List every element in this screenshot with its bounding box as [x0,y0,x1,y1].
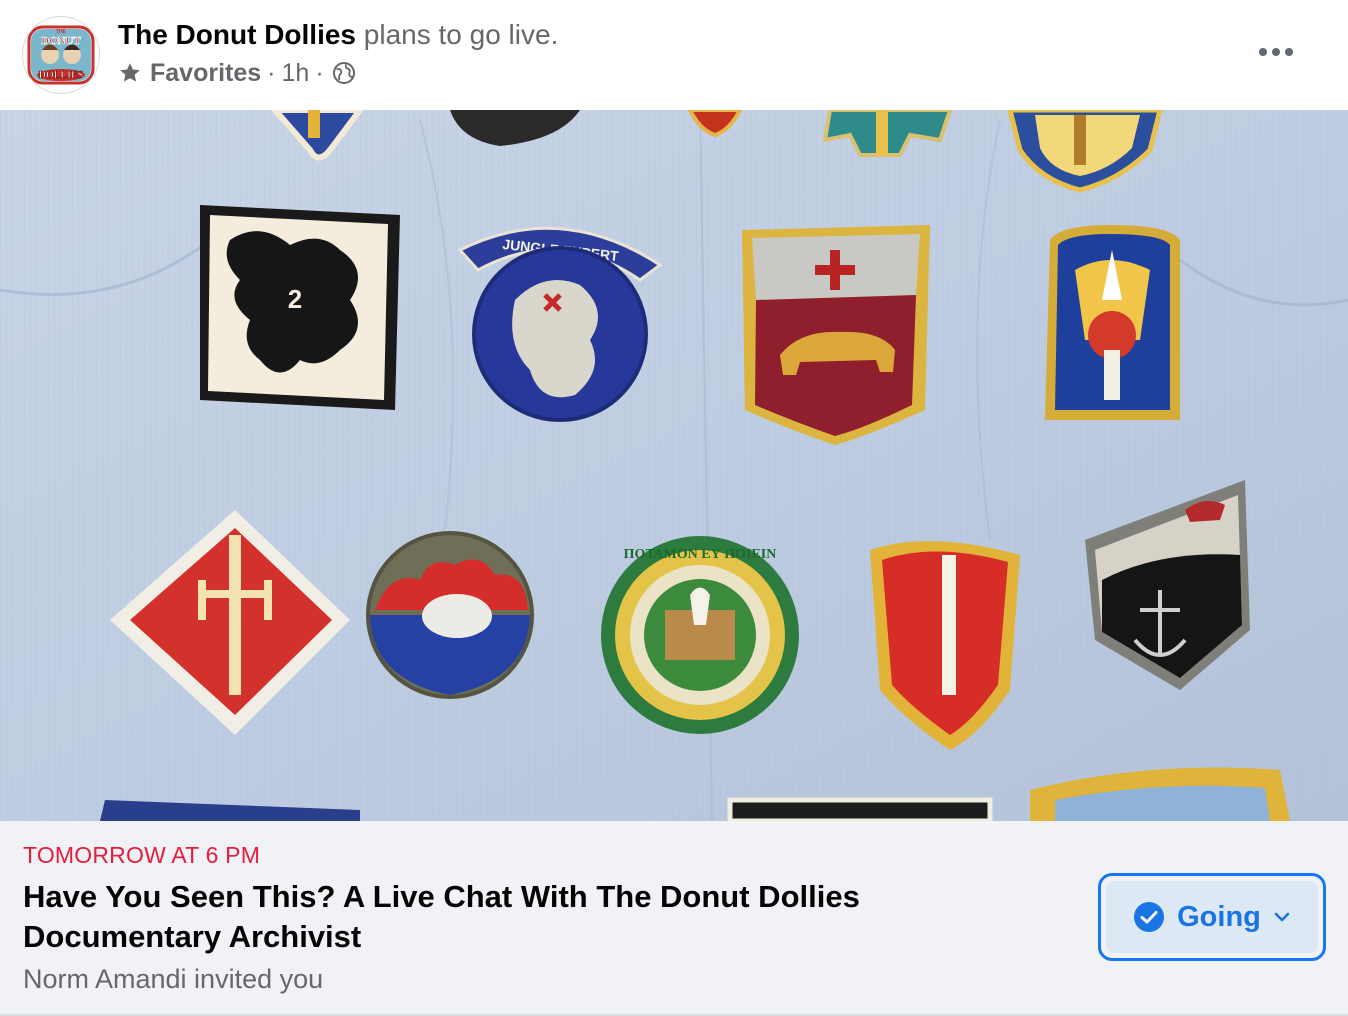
event-datetime: TOMORROW AT 6 PM [23,842,261,868]
going-label: Going [1177,900,1261,933]
post-header: THE DONUT DOLLIES The Donut Dollies plan… [0,0,1348,110]
logo-text-middle: DONUT [41,35,81,47]
octofoil-patch [366,531,534,699]
more-options-icon [1259,48,1293,56]
page-avatar[interactable]: THE DONUT DOLLIES [22,16,100,94]
event-card[interactable]: TOMORROW AT 6 PM Have You Seen This? A L… [0,821,1348,1014]
rocket-patch [1045,225,1180,420]
chevron-down-icon [1274,912,1290,922]
lion-patch: 2 [200,205,400,410]
logo-text-bottom: DOLLIES [39,70,84,81]
more-options-button[interactable] [1252,30,1300,74]
post-timestamp[interactable]: 1h [282,58,310,88]
post-header-text: The Donut Dollies plans to go live. Favo… [118,18,558,88]
globe-icon[interactable] [332,61,356,85]
lion-patch-number: 2 [288,284,302,314]
audience-favorites-link[interactable]: Favorites [150,58,261,88]
event-cover-photo[interactable]: 2 JUNGLE EXPERT [0,110,1348,821]
meta-separator: · [315,59,324,87]
going-rsvp-button[interactable]: Going [1098,873,1326,961]
check-circle-icon [1134,902,1165,932]
jacket-patches-image: 2 JUNGLE EXPERT [0,110,1348,821]
event-invite-text: Norm Amandi invited you [23,964,324,994]
going-button-inner: Going [1106,881,1318,953]
post-title-line: The Donut Dollies plans to go live. [118,18,558,52]
feed-post: THE DONUT DOLLIES The Donut Dollies plan… [0,0,1348,1016]
page-name-link[interactable]: The Donut Dollies [118,19,356,50]
meta-separator: · [267,59,276,87]
post-meta: Favorites · 1h · [118,58,558,88]
post-action-text: plans to go live. [363,19,559,50]
star-icon [120,63,140,82]
castle-patch: ΠΟΤΑΜΟΝ ΕΥ ΠΟΙΕΙΝ [601,536,799,734]
castle-patch-text: ΠΟΤΑΜΟΝ ΕΥ ΠΟΙΕΙΝ [624,547,777,562]
donut-dollies-logo: THE DONUT DOLLIES [24,18,98,92]
bear-shield-patch [742,225,930,445]
event-title[interactable]: Have You Seen This? A Live Chat With The… [23,877,1023,957]
